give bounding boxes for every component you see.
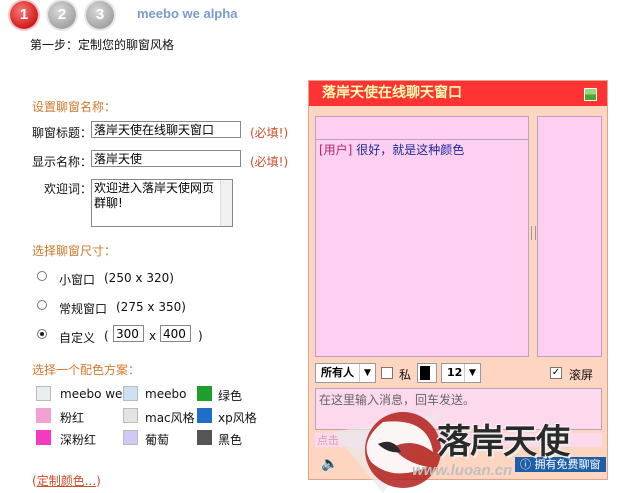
color-section-title: 选择一个配色方案： [32, 363, 141, 377]
name-section-title: 设置聊窗名称： [32, 100, 117, 114]
size-regular-dims: (275 x 350) [116, 300, 186, 314]
chevron-down-icon: ▼ [359, 364, 375, 382]
step-2-indicator[interactable]: 2 [48, 1, 76, 29]
brand-title: meebo we alpha [137, 6, 238, 21]
scheme-deeppink-label[interactable]: 深粉红 [60, 431, 96, 448]
message-user: [用户] [319, 143, 353, 157]
display-name-label: 显示名称： [32, 155, 93, 169]
custom-color-close-paren: ) [96, 474, 101, 488]
custom-width-input[interactable]: 300 [113, 325, 144, 342]
size-regular-label: 常规窗口 [59, 302, 108, 316]
footer-left-text: 点击 [317, 434, 339, 447]
welcome-label: 欢迎词： [44, 182, 93, 196]
scheme-black-label[interactable]: 黑色 [218, 431, 242, 448]
scheme-green-label[interactable]: 绿色 [218, 387, 242, 404]
message-area: [用户] 很好，就是这种颜色 [315, 139, 529, 357]
scheme-pink-label[interactable]: 粉红 [60, 409, 84, 426]
scheme-mac-label[interactable]: mac风格 [145, 409, 195, 426]
display-name-input[interactable]: 落岸天使 [91, 150, 241, 167]
step-1-indicator[interactable]: 1 [10, 1, 38, 29]
custom-open-paren: ( [104, 329, 109, 343]
font-size-select[interactable]: 12 ▼ [441, 363, 481, 383]
user-list [537, 116, 602, 357]
custom-color-link[interactable]: 定制颜色... [37, 474, 96, 488]
scroll-checkbox[interactable]: ✓ [550, 367, 562, 379]
size-section-title: 选择聊窗尺寸： [32, 244, 117, 258]
page-heading: 第一步：定制您的聊窗风格 [30, 38, 175, 52]
custom-color-link-wrapper: (定制颜色...) [32, 472, 101, 489]
scheme-xp-swatch[interactable] [197, 408, 212, 423]
size-custom-radio[interactable] [37, 329, 47, 339]
chat-title-label: 聊窗标题： [32, 126, 93, 140]
scheme-xp-label[interactable]: xp风格 [218, 409, 257, 426]
scroll-label: 滚屏 [569, 368, 594, 382]
size-small-label: 小窗口 [59, 273, 96, 287]
splitter-handle[interactable] [531, 226, 536, 240]
chevron-down-icon: ▼ [464, 364, 480, 382]
custom-height-input[interactable]: 400 [160, 325, 191, 342]
scheme-meebowe-swatch[interactable] [36, 386, 51, 401]
size-custom-label: 自定义 [59, 331, 96, 345]
scheme-grape-label[interactable]: 葡萄 [145, 431, 169, 448]
scheme-meebowe-label[interactable]: meebo we [60, 387, 122, 401]
minimize-icon[interactable] [584, 88, 597, 101]
message-input-placeholder: 在这里输入消息，回车发送。 [319, 393, 476, 407]
step-3-indicator[interactable]: 3 [86, 1, 114, 29]
scheme-mac-swatch[interactable] [123, 408, 138, 423]
sound-icon[interactable]: 🔈 [321, 456, 338, 472]
font-color-picker[interactable] [417, 363, 437, 383]
recipient-value: 所有人 [321, 366, 354, 379]
scheme-black-swatch[interactable] [197, 430, 212, 445]
message-text: 很好，就是这种颜色 [356, 143, 465, 157]
chat-topic-bar [315, 116, 529, 140]
size-small-radio[interactable] [37, 271, 47, 281]
welcome-scrollbar[interactable] [220, 180, 232, 226]
private-checkbox[interactable] [381, 367, 393, 379]
welcome-textarea[interactable]: 欢迎进入落岸天使网页群聊! [91, 179, 233, 227]
font-size-value: 12 [447, 366, 463, 379]
chat-message: [用户] 很好，就是这种颜色 [319, 141, 464, 158]
chat-preview-title: 落岸天使在线聊天窗口 [309, 81, 607, 106]
display-name-required: (必填!) [250, 155, 289, 169]
scheme-deeppink-swatch[interactable] [36, 430, 51, 445]
scheme-pink-swatch[interactable] [36, 408, 51, 423]
chat-title-input[interactable]: 落岸天使在线聊天窗口 [91, 121, 241, 138]
scheme-meebo-label[interactable]: meebo [145, 387, 186, 401]
custom-close-paren: ) [198, 329, 203, 343]
recipient-select[interactable]: 所有人 ▼ [315, 363, 376, 383]
watermark-url: www.luoan.cn [412, 462, 513, 479]
scheme-meebo-swatch[interactable] [123, 386, 138, 401]
welcome-text: 欢迎进入落岸天使网页群聊! [94, 181, 215, 210]
size-small-dims: (250 x 320) [104, 271, 174, 285]
scheme-grape-swatch[interactable] [123, 430, 138, 445]
chat-title-required: (必填!) [250, 126, 289, 140]
size-regular-radio[interactable] [37, 300, 47, 310]
custom-x-label: x [149, 329, 157, 343]
color-swatch-icon [420, 366, 430, 380]
scheme-green-swatch[interactable] [197, 386, 212, 401]
private-label: 私 [399, 368, 412, 382]
watermark-text: 落岸天使 [437, 422, 570, 462]
